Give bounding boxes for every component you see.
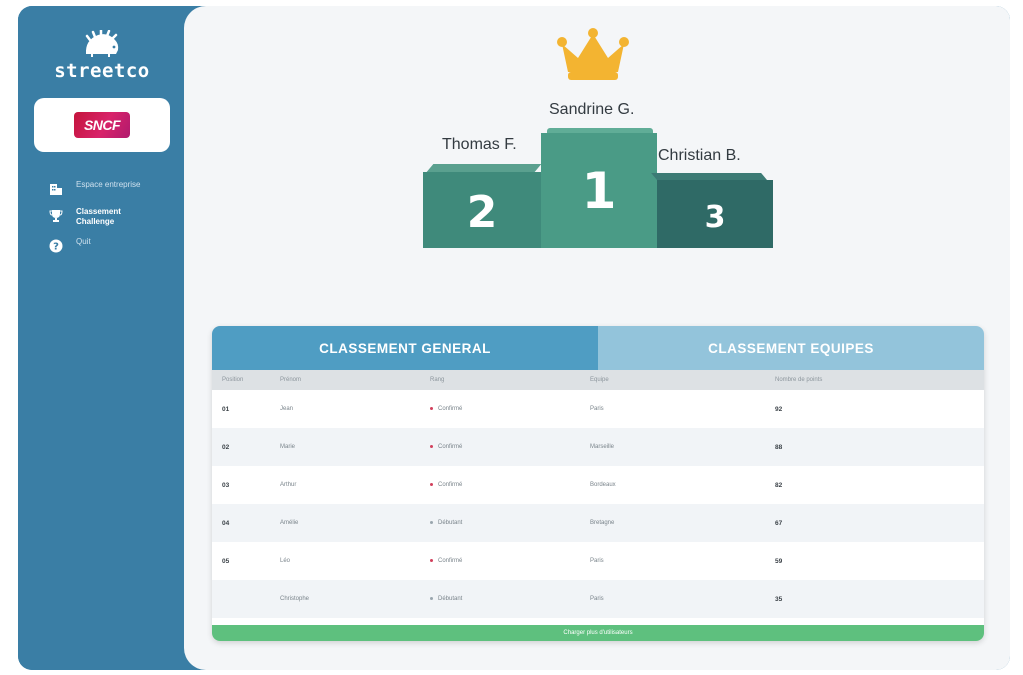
table-row[interactable]: 04 Amélie Débutant Bretagne 67: [212, 504, 984, 542]
name-cell: Amélie: [280, 520, 299, 526]
podium-third-step: 3: [657, 180, 773, 248]
position-cell: 04: [222, 519, 230, 527]
points-cell: 67: [775, 519, 783, 527]
podium-second-step: 2: [423, 172, 541, 248]
sidebar-item-classement-challenge[interactable]: Classement Challenge: [48, 207, 178, 227]
podium-first-name: Sandrine G.: [549, 101, 635, 118]
rank-label: Débutant: [438, 520, 463, 526]
sidebar-item-label: Classement Challenge: [76, 207, 121, 226]
sidebar-item-quit[interactable]: ? Quit: [48, 237, 178, 254]
team-cell: Paris: [590, 558, 604, 564]
rank-cell: Confirmé: [420, 466, 580, 504]
points-cell: 59: [775, 557, 783, 565]
points-cell: 82: [775, 481, 783, 489]
tab-classement-equipes[interactable]: CLASSEMENT EQUIPES: [598, 326, 984, 370]
name-cell: Marie: [280, 444, 296, 450]
column-header: Rang: [430, 377, 445, 383]
position-cell: 01: [222, 405, 230, 413]
table-row[interactable]: Christophe Débutant Paris 35: [212, 580, 984, 618]
help-icon: ?: [48, 238, 64, 254]
rank-dot-icon: [430, 558, 433, 562]
position-cell: 02: [222, 443, 230, 451]
table-row[interactable]: 02 Marie Confirmé Marseille 88: [212, 428, 984, 466]
rank-cell: Débutant: [420, 504, 580, 542]
trophy-icon: [48, 208, 64, 224]
rank-cell: Confirmé: [420, 390, 580, 428]
svg-text:?: ?: [53, 242, 59, 253]
sidebar: streetco SNCF Espace entreprise Classeme…: [18, 6, 186, 670]
load-more-button[interactable]: Charger plus d'utilisateurs: [212, 625, 984, 641]
position-cell: 03: [222, 481, 230, 489]
table-header-row: Position Prénom Rang Equipe Nombre de po…: [212, 370, 984, 390]
ranking-card: CLASSEMENT GENERAL CLASSEMENT EQUIPES Po…: [212, 326, 984, 641]
rank-dot-icon: [430, 444, 433, 448]
rank-label: Confirmé: [438, 406, 463, 412]
rank-dot-icon: [430, 596, 433, 600]
column-header: Position: [222, 377, 244, 383]
team-cell: Paris: [590, 406, 604, 412]
sidebar-item-label: Espace entreprise: [76, 180, 141, 189]
ranking-table: Position Prénom Rang Equipe Nombre de po…: [212, 370, 984, 618]
position-cell: [212, 580, 270, 618]
rank-label: Confirmé: [438, 444, 463, 450]
podium-first-step: 1: [541, 133, 657, 248]
podium-second-top: [426, 164, 542, 172]
app-frame: streetco SNCF Espace entreprise Classeme…: [18, 6, 1010, 670]
rank-dot-icon: [430, 406, 433, 410]
points-cell: 92: [775, 405, 783, 413]
podium-third-name: Christian B.: [658, 147, 741, 164]
podium-second-name: Thomas F.: [442, 136, 517, 153]
brand-logo[interactable]: streetco: [18, 30, 186, 82]
rank-dot-icon: [430, 520, 433, 524]
main-panel: Sandrine G. Thomas F. Christian B. 2 1 3…: [184, 6, 1010, 670]
tab-classement-general[interactable]: CLASSEMENT GENERAL: [212, 326, 598, 370]
points-cell: 88: [775, 443, 783, 451]
rank-dot-icon: [430, 482, 433, 486]
hedgehog-icon: [85, 30, 119, 57]
rank-cell: Confirmé: [420, 542, 580, 580]
brand-name: streetco: [54, 60, 150, 82]
ranking-tabs: CLASSEMENT GENERAL CLASSEMENT EQUIPES: [212, 326, 984, 370]
building-icon: [48, 181, 64, 197]
position-cell: 05: [222, 557, 230, 565]
column-header: Equipe: [590, 377, 609, 383]
column-header: Prénom: [280, 377, 302, 383]
rank-cell: Confirmé: [420, 428, 580, 466]
name-cell: Léo: [280, 558, 291, 564]
sidebar-nav: Espace entreprise Classement Challenge ?…: [48, 180, 178, 264]
rank-cell: Débutant: [420, 580, 580, 618]
rank-label: Confirmé: [438, 482, 463, 488]
team-cell: Bretagne: [590, 520, 615, 526]
crown-icon: [557, 28, 629, 80]
sidebar-item-label: Quit: [76, 237, 91, 246]
rank-label: Confirmé: [438, 558, 463, 564]
column-header: Nombre de points: [775, 377, 823, 383]
points-cell: 35: [775, 595, 783, 603]
partner-logo: SNCF: [74, 112, 130, 138]
name-cell: Jean: [280, 406, 294, 412]
team-cell: Marseille: [590, 444, 615, 450]
name-cell: Arthur: [280, 482, 297, 488]
name-cell: Christophe: [280, 596, 310, 602]
sidebar-item-espace-entreprise[interactable]: Espace entreprise: [48, 180, 178, 197]
rank-label: Débutant: [438, 596, 463, 602]
partner-logo-card: SNCF: [34, 98, 170, 152]
team-cell: Bordeaux: [590, 482, 616, 488]
table-row[interactable]: 01 Jean Confirmé Paris 92: [212, 390, 984, 428]
table-row[interactable]: 03 Arthur Confirmé Bordeaux 82: [212, 466, 984, 504]
table-row[interactable]: 05 Léo Confirmé Paris 59: [212, 542, 984, 580]
podium-third-top: [651, 173, 767, 180]
team-cell: Paris: [590, 596, 604, 602]
